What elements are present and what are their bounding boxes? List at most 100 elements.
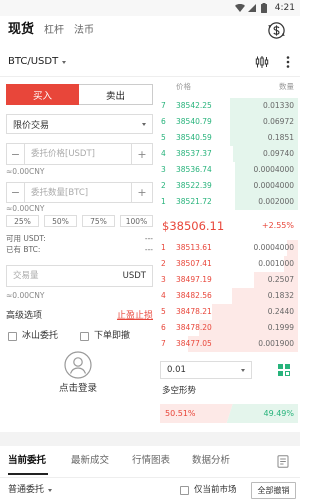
price-input[interactable] <box>25 144 131 164</box>
available-value: --- <box>144 234 153 243</box>
percentage-buttons: 25% 50% 75% 100% <box>6 215 153 227</box>
row-price: 38521.72 <box>176 197 212 206</box>
tab-margin[interactable]: 杠杆 <box>44 23 64 39</box>
trading-pair-selector[interactable]: BTC/USDT <box>8 56 67 68</box>
ask-row[interactable]: 4 38537.37 0.09740 <box>160 146 298 162</box>
bid-row[interactable]: 7 38477.05 0.001900 <box>160 336 298 352</box>
row-index: 7 <box>161 101 166 110</box>
quantity-decrease-button[interactable]: − <box>7 183 25 202</box>
grid-icon[interactable] <box>277 363 291 377</box>
row-index: 2 <box>161 259 166 268</box>
row-price: 38536.74 <box>176 165 212 174</box>
document-icon[interactable] <box>277 455 289 468</box>
ask-row[interactable]: 3 38536.74 0.0004000 <box>160 162 298 178</box>
row-quantity: 0.2507 <box>267 275 294 284</box>
holding-value: --- <box>144 245 153 254</box>
row-index: 1 <box>161 197 166 206</box>
pair-symbol: BTC/USDT <box>8 56 59 67</box>
bid-row[interactable]: 4 38482.56 0.1832 <box>160 288 298 304</box>
tab-spot[interactable]: 现货 <box>8 22 34 38</box>
currency-exchange-icon[interactable] <box>267 21 286 40</box>
pct-25-button[interactable]: 25% <box>6 215 39 227</box>
volume-field: USDT <box>6 265 153 287</box>
row-index: 4 <box>161 149 166 158</box>
row-index: 5 <box>161 307 166 316</box>
price-column-header: 价格 <box>176 82 191 91</box>
bid-row[interactable]: 2 38507.41 0.001000 <box>160 256 298 272</box>
row-index: 3 <box>161 275 166 284</box>
signal-icon <box>248 4 256 12</box>
iceberg-checkbox[interactable] <box>8 332 17 341</box>
advanced-options-label[interactable]: 高级选项 <box>6 310 42 322</box>
tab-market-chart[interactable]: 行情图表 <box>132 455 170 467</box>
precision-select[interactable]: 0.01 <box>160 361 252 379</box>
row-quantity: 0.1999 <box>267 323 294 332</box>
price-cny-estimate: ≈0.00CNY <box>6 167 45 176</box>
buy-tab[interactable]: 买入 <box>6 84 79 105</box>
row-quantity: 0.09740 <box>262 149 294 158</box>
row-index: 1 <box>161 243 166 252</box>
sell-tab[interactable]: 卖出 <box>79 84 153 105</box>
ask-row[interactable]: 1 38521.72 0.002000 <box>160 194 298 210</box>
order-type-select[interactable]: 限价交易 <box>6 114 153 134</box>
take-profit-stop-loss-link[interactable]: 止盈止损 <box>117 310 153 322</box>
order-book-header: 价格 数量 <box>160 82 298 92</box>
current-market-option[interactable]: 仅当前市场 <box>180 485 237 496</box>
row-quantity: 0.06972 <box>262 117 294 126</box>
volume-cny-estimate: ≈0.00CNY <box>6 291 45 300</box>
quantity-increase-button[interactable]: + <box>131 183 152 202</box>
cancel-all-button[interactable]: 全部撤销 <box>251 482 296 499</box>
row-quantity: 0.0004000 <box>253 243 294 252</box>
row-price: 38497.19 <box>176 275 212 284</box>
bid-row[interactable]: 5 38478.21 0.2440 <box>160 304 298 320</box>
last-price: $38506.11 <box>162 219 225 233</box>
row-price: 38478.21 <box>176 307 212 316</box>
row-quantity: 0.002000 <box>258 197 294 206</box>
ask-row[interactable]: 2 38522.39 0.0004000 <box>160 178 298 194</box>
header-divider <box>0 76 300 77</box>
user-avatar-icon[interactable] <box>64 351 92 379</box>
ask-row[interactable]: 7 38542.25 0.01330 <box>160 98 298 114</box>
row-index: 6 <box>161 323 166 332</box>
iceberg-label: 冰山委托 <box>22 331 59 341</box>
row-price: 38540.59 <box>176 133 212 142</box>
clock: 4:21 <box>274 3 295 13</box>
ask-row[interactable]: 5 38540.59 0.1851 <box>160 130 298 146</box>
quantity-input[interactable] <box>25 183 131 202</box>
tab-latest-trades[interactable]: 最新成交 <box>71 455 109 467</box>
row-quantity: 0.1851 <box>267 133 294 142</box>
tab-current-orders[interactable]: 当前委托 <box>8 455 46 467</box>
tab-data-analysis[interactable]: 数据分析 <box>192 455 230 467</box>
long-short-label: 多空形势 <box>162 386 197 396</box>
buy-sell-tabs: 买入 卖出 <box>6 84 153 105</box>
pct-75-button[interactable]: 75% <box>82 215 115 227</box>
immediate-cancel-option[interactable]: 下单即撤 <box>80 331 130 342</box>
candlestick-icon[interactable] <box>255 55 269 69</box>
price-stepper: − + <box>6 143 153 165</box>
price-increase-button[interactable]: + <box>131 144 152 164</box>
quantity-column-header: 数量 <box>279 82 294 91</box>
bid-row[interactable]: 1 38513.61 0.0004000 <box>160 240 298 256</box>
ask-row[interactable]: 6 38540.79 0.06972 <box>160 114 298 130</box>
order-filter-value: 普通委托 <box>8 485 45 495</box>
pct-100-button[interactable]: 100% <box>120 215 153 227</box>
bid-row[interactable]: 3 38497.19 0.2507 <box>160 272 298 288</box>
current-market-checkbox[interactable] <box>180 486 189 495</box>
row-price: 38542.25 <box>176 101 212 110</box>
price-decrease-button[interactable]: − <box>7 144 25 164</box>
row-price: 38507.41 <box>176 259 212 268</box>
more-vertical-icon[interactable] <box>283 55 293 69</box>
row-index: 2 <box>161 181 166 190</box>
advanced-options-row: 高级选项 止盈止损 <box>6 310 153 322</box>
row-quantity: 0.1832 <box>267 291 294 300</box>
iceberg-order-option[interactable]: 冰山委托 <box>8 331 58 342</box>
immediate-cancel-checkbox[interactable] <box>80 332 90 341</box>
pct-50-button[interactable]: 50% <box>44 215 77 227</box>
tab-fiat[interactable]: 法币 <box>74 23 94 39</box>
bid-row[interactable]: 6 38478.20 0.1999 <box>160 320 298 336</box>
login-link[interactable]: 点击登录 <box>28 383 128 395</box>
order-filter-select[interactable]: 普通委托 <box>8 485 53 496</box>
market-type-tabs: 现货 杠杆 法币 <box>8 22 94 39</box>
volume-input[interactable] <box>7 266 123 286</box>
price-change: +2.55% <box>261 221 294 230</box>
